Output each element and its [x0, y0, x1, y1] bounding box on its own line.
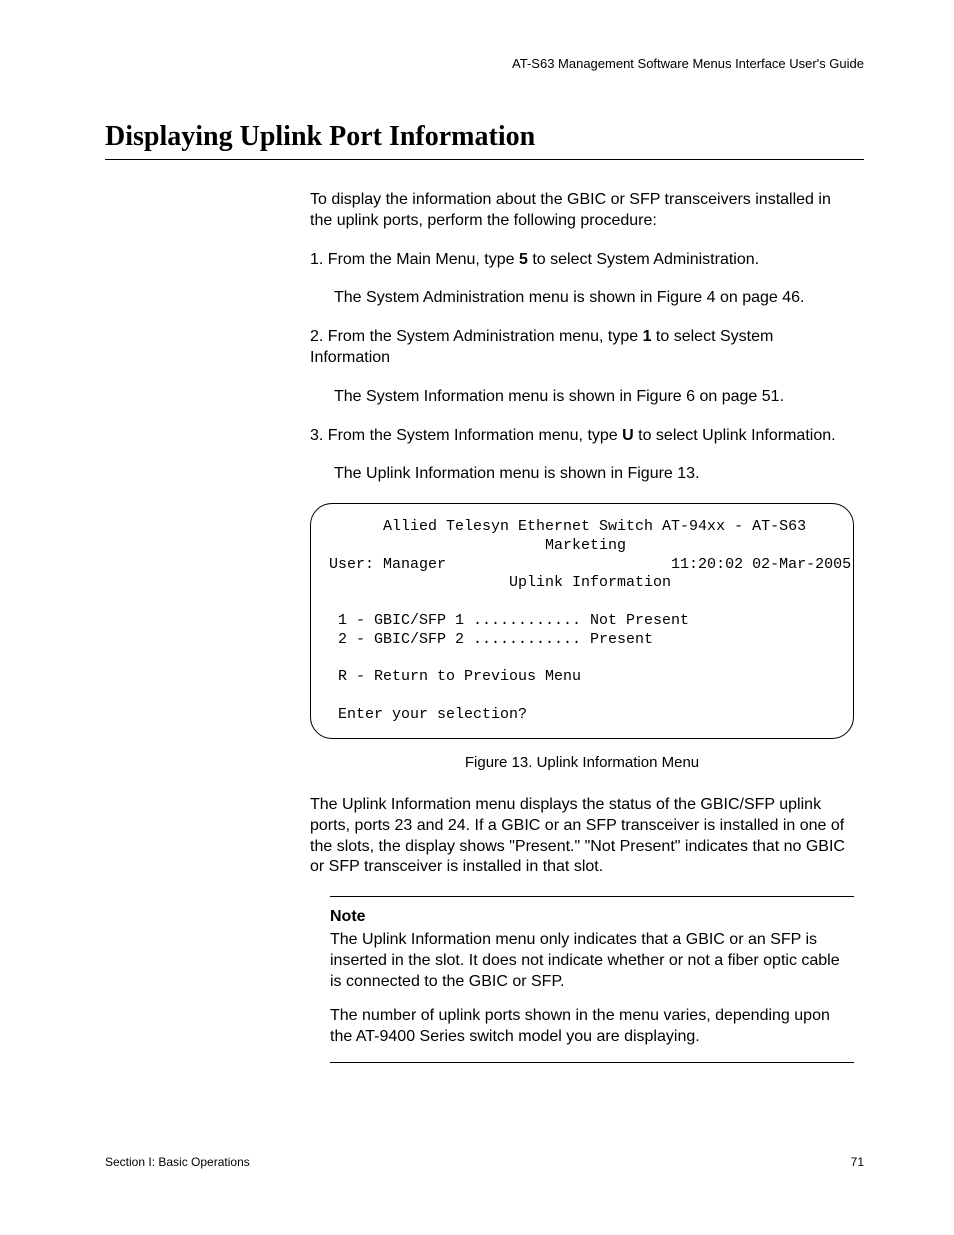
body-column: To display the information about the GBI…	[310, 190, 854, 485]
step-3: 3. From the System Information menu, typ…	[310, 426, 854, 447]
term-line-3: User: Manager 11:20:02 02-Mar-2005	[329, 556, 851, 573]
title-rule	[105, 159, 864, 160]
step-1-post: to select System Administration.	[528, 251, 759, 268]
note-block: Note The Uplink Information menu only in…	[330, 896, 854, 1063]
note-paragraph-1: The Uplink Information menu only indicat…	[330, 930, 854, 992]
step-3-sub: The Uplink Information menu is shown in …	[334, 464, 854, 485]
term-line-2: Marketing	[329, 537, 626, 554]
step-1-sub: The System Administration menu is shown …	[334, 288, 854, 309]
term-line-6: 1 - GBIC/SFP 1 ............ Not Present	[329, 612, 689, 629]
page: AT-S63 Management Software Menus Interfa…	[0, 0, 954, 1235]
intro-paragraph: To display the information about the GBI…	[310, 190, 854, 232]
term-line-7: 2 - GBIC/SFP 2 ............ Present	[329, 631, 653, 648]
step-3-pre: 3. From the System Information menu, typ…	[310, 427, 622, 444]
step-1-key: 5	[519, 251, 528, 268]
step-1-pre: 1. From the Main Menu, type	[310, 251, 519, 268]
term-line-9: R - Return to Previous Menu	[329, 668, 581, 685]
step-3-post: to select Uplink Information.	[634, 427, 836, 444]
step-2-pre: 2. From the System Administration menu, …	[310, 328, 643, 345]
section-title: Displaying Uplink Port Information	[105, 121, 864, 153]
note-label: Note	[330, 907, 854, 928]
footer-page-number: 71	[851, 1155, 864, 1169]
figure-caption: Figure 13. Uplink Information Menu	[310, 753, 854, 773]
header-guide-title: AT-S63 Management Software Menus Interfa…	[105, 56, 864, 71]
term-line-4: Uplink Information	[329, 574, 671, 591]
terminal-wrap: Allied Telesyn Ethernet Switch AT-94xx -…	[310, 503, 854, 739]
term-line-11: Enter your selection?	[329, 706, 527, 723]
step-2-sub: The System Information menu is shown in …	[334, 387, 854, 408]
step-1: 1. From the Main Menu, type 5 to select …	[310, 250, 854, 271]
after-figure-paragraph: The Uplink Information menu displays the…	[310, 795, 854, 878]
note-paragraph-2: The number of uplink ports shown in the …	[330, 1006, 854, 1048]
footer: Section I: Basic Operations 71	[105, 1155, 864, 1169]
step-3-key: U	[622, 427, 634, 444]
terminal-screen: Allied Telesyn Ethernet Switch AT-94xx -…	[310, 503, 854, 739]
step-2: 2. From the System Administration menu, …	[310, 327, 854, 369]
body-column-2: Figure 13. Uplink Information Menu The U…	[310, 753, 854, 1062]
term-line-1: Allied Telesyn Ethernet Switch AT-94xx -…	[329, 518, 806, 535]
footer-section: Section I: Basic Operations	[105, 1155, 250, 1169]
